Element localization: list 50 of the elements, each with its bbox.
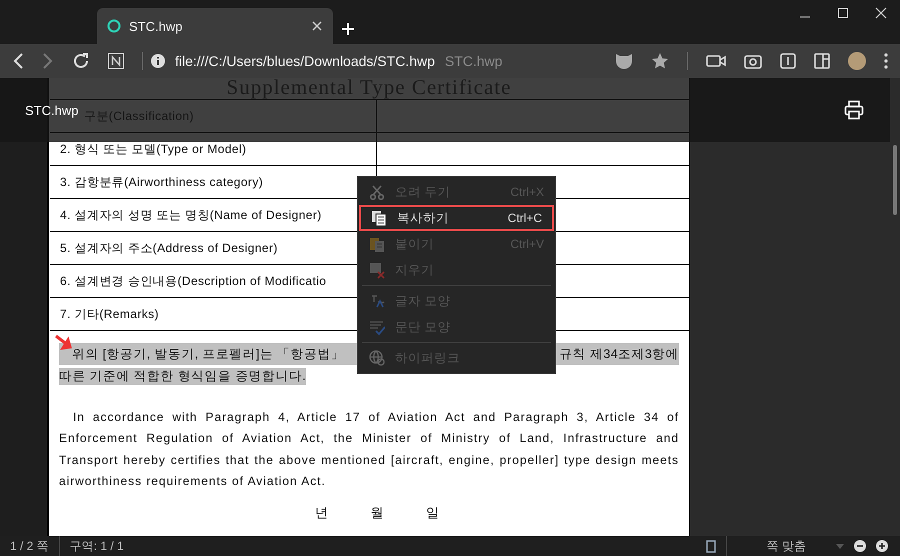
paragraph-text: 규칙 제34조제3항에	[559, 346, 679, 362]
info-icon[interactable]	[151, 54, 165, 68]
zoom-out-icon[interactable]	[854, 540, 866, 552]
menu-item-icon	[369, 262, 385, 278]
date-label: 일	[426, 504, 440, 522]
table-cell: 7. 기타(Remarks)	[60, 306, 159, 322]
letter-n-icon[interactable]	[108, 53, 124, 69]
browser-tab[interactable]: STC.hwp	[97, 8, 333, 44]
more-icon[interactable]	[884, 53, 888, 69]
sidebar-icon[interactable]	[814, 53, 830, 69]
paragraph-text: 위의 [항공기, 발동기, 프로펠러]는 「항공법」	[72, 346, 344, 362]
arrow-icon	[54, 334, 72, 350]
paragraph-text: In accordance with Paragraph 4, Article 17 of Aviation Act and Paragraph 3, Article 34 of Enforcement Regulation of Aviation Act, the Minister of Ministry of Land, Infrastructure and Transport hereby certifies that the above mentioned [aircraft, engine, propeller] type design meets airworthiness requirements of Aviation Act.	[58, 409, 680, 490]
circle-icon	[107, 19, 121, 33]
viewer-title: STC.hwp	[25, 102, 78, 118]
new-tab-icon[interactable]	[341, 22, 355, 36]
table-cell: 6. 설계변경 승인내용(Description of Modificatio	[60, 272, 326, 290]
back-icon[interactable]	[12, 52, 24, 70]
reload-icon[interactable]	[72, 52, 90, 70]
table-cell: 2. 형식 또는 모델(Type or Model)	[60, 140, 246, 158]
menu-item-icon	[369, 184, 385, 200]
page-indicator: 1 / 2 쪽	[9, 538, 50, 554]
table-cell: 4. 설계자의 성명 또는 명칭(Name of Designer)	[60, 206, 322, 224]
forward-icon[interactable]	[42, 52, 54, 70]
date-label: 월	[370, 504, 384, 522]
menu-item-icon	[369, 292, 385, 310]
menu-item[interactable]: 복사하기 Ctrl+C	[359, 205, 554, 231]
menu-item-icon	[369, 236, 385, 252]
close-icon[interactable]	[311, 20, 323, 32]
paragraph-text: 따른 기준에 적합한 형식임을 증명합니다.	[59, 368, 306, 384]
table-cell: 3. 감항분류(Airworthiness category)	[60, 174, 264, 190]
zoom-in-icon[interactable]	[876, 540, 888, 552]
page-title: STC.hwp	[444, 53, 502, 69]
print-icon[interactable]	[844, 100, 864, 120]
profile-avatar[interactable]	[848, 52, 866, 70]
menu-item-icon	[369, 350, 385, 366]
date-label: 년	[315, 504, 328, 522]
section-indicator: 구역: 1 / 1	[68, 538, 125, 554]
menu-item-icon	[371, 210, 387, 226]
star-icon[interactable]	[651, 52, 669, 70]
scrollbar[interactable]	[890, 78, 900, 536]
video-icon[interactable]	[706, 53, 726, 69]
zoom-dropdown[interactable]: 쪽 맞춤	[766, 538, 806, 554]
table-cell: 5. 설계자의 주소(Address of Designer)	[60, 240, 278, 256]
url-text[interactable]: file:///C:/Users/blues/Downloads/STC.hwp	[175, 53, 435, 69]
menu-item-icon	[369, 318, 385, 336]
page-view-icon[interactable]	[706, 540, 716, 552]
scrollbar-thumb[interactable]	[893, 145, 897, 215]
reader-icon[interactable]	[780, 53, 796, 69]
camera-icon[interactable]	[744, 53, 762, 69]
